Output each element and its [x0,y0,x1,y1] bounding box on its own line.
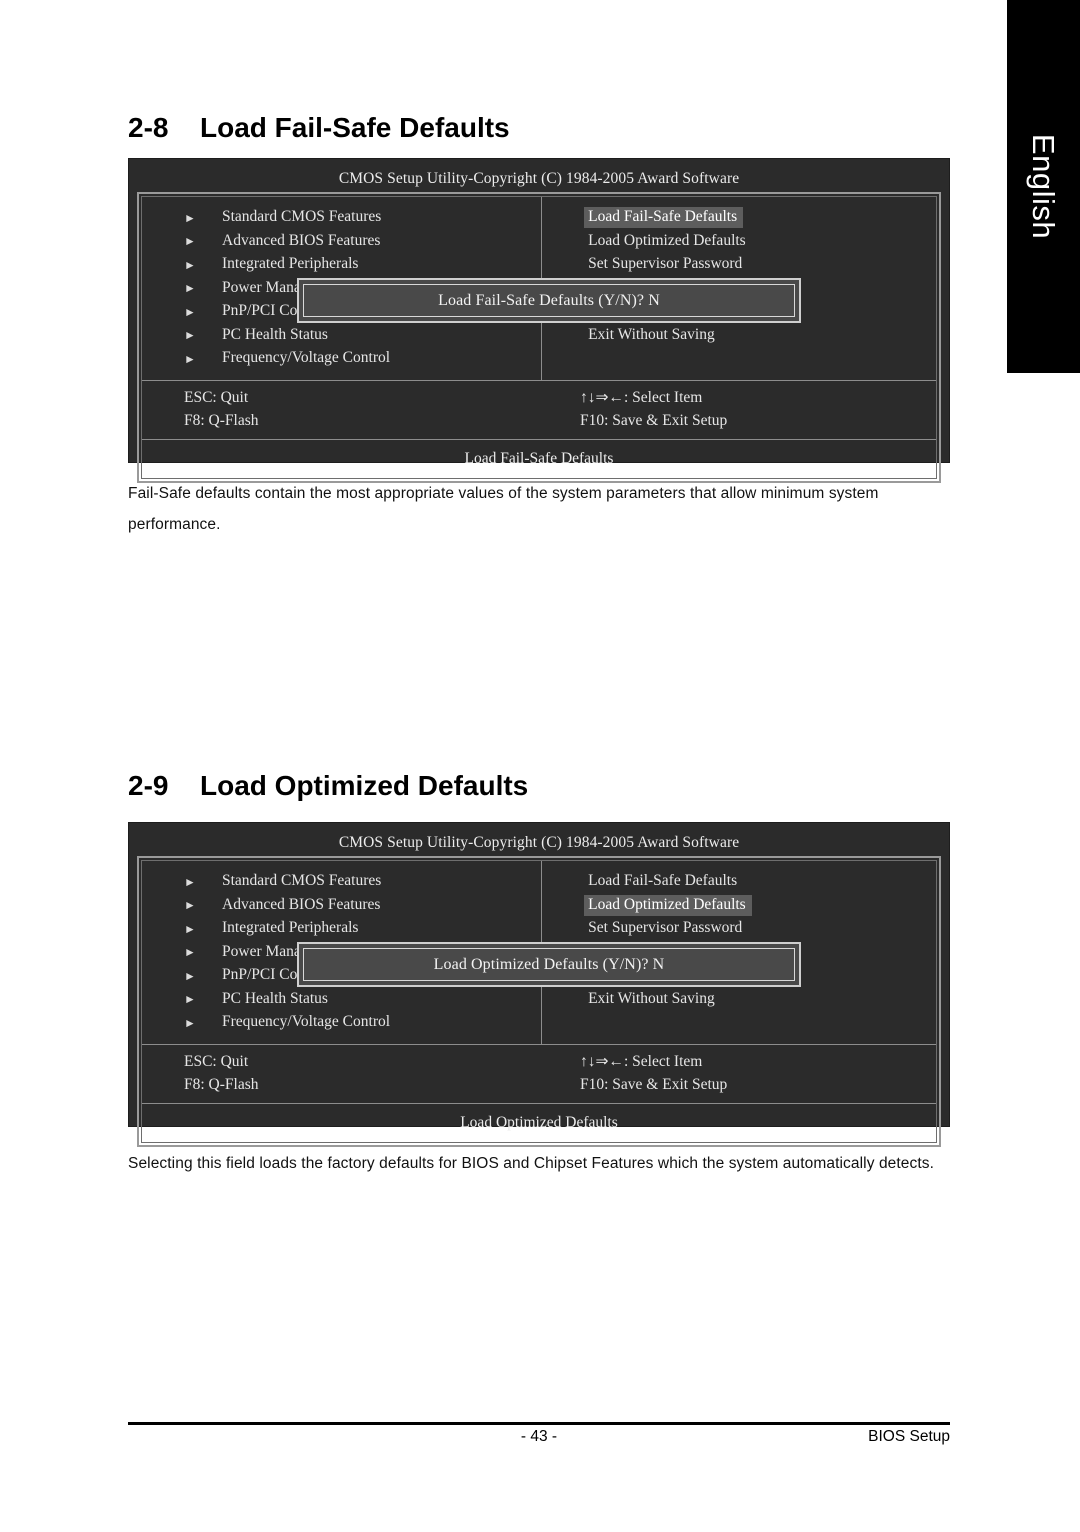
right-triangle-icon: ► [184,968,196,983]
right-triangle-icon: ► [184,281,196,296]
bios-menu-item-label: Set Supervisor Password [588,919,743,937]
bios-menu-item-label: Load Optimized Defaults [588,231,746,249]
section-body-text-2-8: Fail-Safe defaults contain the most appr… [128,485,879,533]
bios-menu-item-load-fail-safe-defaults[interactable]: Load Fail-Safe Defaults [584,870,936,894]
confirm-dialog-fail-safe[interactable]: Load Fail-Safe Defaults (Y/N)? N [297,278,801,323]
bios-key-hint: F8: Q-Flash [184,1076,259,1093]
section-title: Load Fail-Safe Defaults [200,112,510,143]
bios-menu-item[interactable]: ► PC Health Status [184,324,541,348]
footer-divider [128,1422,950,1425]
right-triangle-icon: ► [184,328,196,343]
bios-menu-item-load-fail-safe-defaults[interactable]: Load Fail-Safe Defaults [584,206,936,230]
bios-menu-item-label: Advanced BIOS Features [222,895,381,913]
bios-menu-item-label: PC Health Status [222,325,328,343]
bios-key-legend-right: ↑↓⇒←: Select Item F10: Save & Exit Setup [539,1050,936,1097]
bios-menu-item-label: Standard CMOS Features [222,872,382,890]
bios-screenshot-optimized: CMOS Setup Utility-Copyright (C) 1984-20… [128,822,950,1147]
right-triangle-icon: ► [184,304,196,319]
bios-key-legend-left: ESC: Quit F8: Q-Flash [142,1050,539,1097]
language-tab: English [1007,0,1080,373]
language-tab-label: English [1026,133,1061,240]
bios-screenshot-fail-safe: CMOS Setup Utility-Copyright (C) 1984-20… [128,158,950,483]
bios-menu-item-exit-without-saving[interactable]: Exit Without Saving [584,324,936,348]
bios-status-bar: Load Optimized Defaults [460,1113,618,1131]
bios-title: CMOS Setup Utility-Copyright (C) 1984-20… [338,834,740,851]
section-heading-2-8: 2-8 Load Fail-Safe Defaults [128,112,510,144]
bios-menu-item-label: PC Health Status [222,989,328,1007]
page-footer: - 43 - BIOS Setup [128,1428,950,1446]
bios-key-hint: F8: Q-Flash [184,412,259,429]
bios-menu-item[interactable]: ► Integrated Peripherals [184,917,541,941]
bios-key-legend: ESC: Quit F8: Q-Flash ↑↓⇒←: Select Item … [142,381,936,440]
bios-menu-item-label: Frequency/Voltage Control [222,349,391,367]
confirm-dialog-optimized[interactable]: Load Optimized Defaults (Y/N)? N [297,942,801,987]
bios-menu-item[interactable]: ► Frequency/Voltage Control [184,347,541,371]
right-triangle-icon: ► [184,874,196,889]
bios-key-hint: ESC: Quit [184,388,249,406]
bios-key-hint: ↑↓⇒←: Select Item [580,388,703,406]
bios-key-hint: F10: Save & Exit Setup [580,1076,728,1093]
footer-page-number: - 43 - [520,1428,558,1445]
right-triangle-icon: ► [184,234,196,249]
confirm-dialog-prompt: Load Optimized Defaults (Y/N)? N [433,955,665,973]
bios-key-hint: ESC: Quit [184,1052,249,1070]
bios-key-legend: ESC: Quit F8: Q-Flash ↑↓⇒←: Select Item … [142,1045,936,1104]
bios-key-legend-right: ↑↓⇒←: Select Item F10: Save & Exit Setup [539,386,936,433]
bios-menu-item-label: Load Optimized Defaults [584,894,752,916]
section-title: Load Optimized Defaults [200,770,529,801]
bios-menu-item-label: Load Fail-Safe Defaults [588,872,738,890]
bios-menu-item-set-supervisor-password[interactable]: Set Supervisor Password [584,917,936,941]
bios-menu-item[interactable]: ► Advanced BIOS Features [184,894,541,918]
confirm-dialog-inner: Load Fail-Safe Defaults (Y/N)? N [303,284,795,317]
bios-menu-item-label: Frequency/Voltage Control [222,1013,391,1031]
bios-menu-item-label: Advanced BIOS Features [222,231,381,249]
right-triangle-icon: ► [184,898,196,913]
right-triangle-icon: ► [184,351,196,366]
bios-menu-item[interactable]: ► Standard CMOS Features [184,870,541,894]
section-number: 2-8 [128,112,169,143]
right-triangle-icon: ► [184,257,196,272]
right-triangle-icon: ► [184,945,196,960]
right-triangle-icon: ► [184,921,196,936]
bios-status-bar: Load Fail-Safe Defaults [464,449,614,467]
bios-menu-item-load-optimized-defaults[interactable]: Load Optimized Defaults [584,230,936,254]
bios-menu-item-exit-without-saving[interactable]: Exit Without Saving [584,988,936,1012]
bios-key-hint: F10: Save & Exit Setup [580,412,728,429]
bios-menu-item-label: Load Fail-Safe Defaults [584,207,744,229]
section-body-text-2-9: Selecting this field loads the factory d… [128,1155,935,1172]
bios-menu-item-label: Set Supervisor Password [588,255,743,273]
bios-frame-inner: ► Standard CMOS Features ► Advanced BIOS… [141,860,937,1143]
bios-menu-item-set-supervisor-password[interactable]: Set Supervisor Password [584,253,936,277]
right-triangle-icon: ► [184,992,196,1007]
section-heading-2-9: 2-9 Load Optimized Defaults [128,770,528,802]
bios-menu-item[interactable]: ► Integrated Peripherals [184,253,541,277]
confirm-dialog-inner: Load Optimized Defaults (Y/N)? N [303,948,795,981]
right-triangle-icon: ► [184,210,196,225]
page-content: 2-8 Load Fail-Safe Defaults CMOS Setup U… [128,0,950,1532]
bios-frame-inner: ► Standard CMOS Features ► Advanced BIOS… [141,196,937,479]
bios-key-legend-left: ESC: Quit F8: Q-Flash [142,386,539,433]
bios-menu-item-load-optimized-defaults[interactable]: Load Optimized Defaults [584,894,936,918]
bios-key-hint: ↑↓⇒←: Select Item [580,1052,703,1070]
bios-menu-item-label: Integrated Peripherals [222,919,359,937]
bios-menu-item-label: Exit Without Saving [588,325,715,343]
section-number: 2-9 [128,770,169,801]
bios-menu-item-label: Standard CMOS Features [222,208,382,226]
bios-frame: ► Standard CMOS Features ► Advanced BIOS… [137,192,941,483]
bios-menu-item[interactable]: ► Standard CMOS Features [184,206,541,230]
right-triangle-icon: ► [184,1015,196,1030]
bios-menu-item[interactable]: ► Frequency/Voltage Control [184,1011,541,1035]
bios-menu-item[interactable]: ► Advanced BIOS Features [184,230,541,254]
bios-title: CMOS Setup Utility-Copyright (C) 1984-20… [338,170,740,187]
bios-menu-item[interactable]: ► PC Health Status [184,988,541,1012]
bios-menu-item-label: Integrated Peripherals [222,255,359,273]
bios-frame: ► Standard CMOS Features ► Advanced BIOS… [137,856,941,1147]
confirm-dialog-prompt: Load Fail-Safe Defaults (Y/N)? N [438,291,660,309]
bios-menu-item-label: Exit Without Saving [588,989,715,1007]
